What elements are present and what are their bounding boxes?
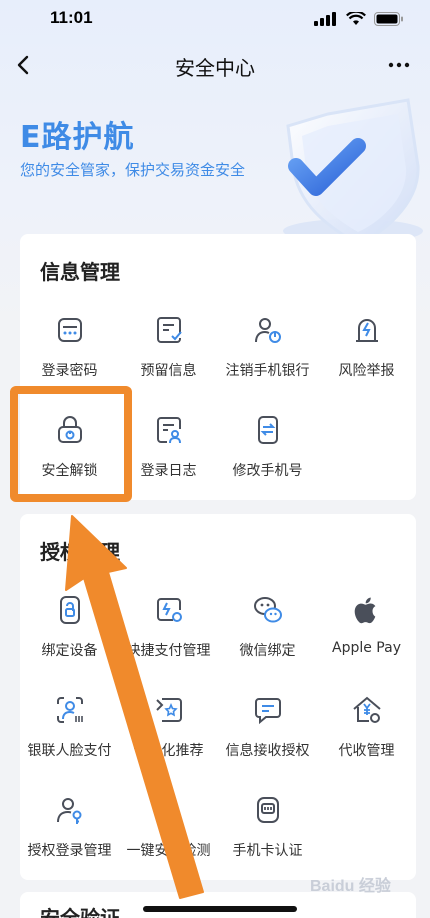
change-phone-icon xyxy=(258,416,278,444)
shield-check-icon xyxy=(283,98,423,246)
auth-login-icon xyxy=(57,798,82,824)
info-item-label: 登录密码 xyxy=(41,363,98,379)
login-log-icon xyxy=(157,417,181,444)
section-title-info: 信息管理 xyxy=(40,260,120,284)
navigation-bar: 安全中心 xyxy=(0,40,430,90)
annotation-highlight-box xyxy=(10,386,132,502)
auth-item-sim-card[interactable]: 手机卡认证 xyxy=(218,788,317,878)
home-indicator[interactable] xyxy=(143,906,297,912)
auth-item-auth-login[interactable]: 授权登录管理 xyxy=(20,788,119,878)
auth-item-label: 信息接收授权 xyxy=(225,743,310,759)
status-icons xyxy=(314,12,404,26)
quick-pay-icon xyxy=(157,598,182,622)
wechat-icon xyxy=(254,597,282,623)
auth-item-bind-device[interactable]: 绑定设备 xyxy=(20,588,119,678)
recommend-icon xyxy=(156,698,182,722)
message-auth-icon xyxy=(255,698,281,725)
auth-item-label: 个性化推荐 xyxy=(133,743,204,759)
baidu-watermark: Baidu 经验 xyxy=(310,878,391,895)
auth-item-label: 银联人脸支付 xyxy=(27,743,112,759)
auth-item-quick-pay[interactable]: 快捷支付管理 xyxy=(119,588,218,678)
more-icon[interactable] xyxy=(386,52,412,78)
section-title-auth: 授权管理 xyxy=(40,540,120,564)
auth-item-label: Apple Pay xyxy=(332,640,401,656)
info-item-password[interactable]: 登录密码 xyxy=(20,308,119,398)
info-item-cancel[interactable]: 注销手机银行 xyxy=(218,308,317,398)
auth-item-label: 快捷支付管理 xyxy=(126,643,211,659)
auth-item-label: 一键安全检测 xyxy=(126,843,211,859)
info-item-login-log[interactable]: 登录日志 xyxy=(119,408,218,498)
cancel-account-icon xyxy=(255,318,281,343)
status-bar: 11:01 xyxy=(0,0,430,40)
hero-subtitle: 您的安全管家，保护交易资金安全 xyxy=(20,161,246,179)
info-item-label: 修改手机号 xyxy=(232,463,303,479)
reserved-info-icon xyxy=(157,317,182,343)
status-time: 11:01 xyxy=(50,8,93,27)
info-item-label: 风险举报 xyxy=(338,363,395,379)
auth-item-collection[interactable]: 代收管理 xyxy=(317,688,416,778)
info-item-change-phone[interactable]: 修改手机号 xyxy=(218,408,317,498)
signal-icon xyxy=(314,12,336,26)
password-icon xyxy=(58,318,82,342)
auth-item-security-check[interactable]: 一键安全检测 xyxy=(119,788,218,878)
collection-icon xyxy=(353,696,381,723)
authorization-management-card: 授权管理 绑定设备 快捷支付管理 微信绑定 Apple Pay 银联人脸支付 个… xyxy=(20,514,416,880)
page-title: 安全中心 xyxy=(175,56,255,80)
info-item-reserved[interactable]: 预留信息 xyxy=(119,308,218,398)
auth-item-wechat[interactable]: 微信绑定 xyxy=(218,588,317,678)
auth-item-label: 绑定设备 xyxy=(41,643,98,659)
battery-icon xyxy=(374,12,403,26)
face-pay-icon xyxy=(57,697,83,723)
bind-device-icon xyxy=(60,596,80,624)
auth-item-label: 手机卡认证 xyxy=(232,843,303,859)
auth-item-label: 代收管理 xyxy=(338,743,395,759)
info-item-risk[interactable]: 风险举报 xyxy=(317,308,416,398)
auth-item-message-auth[interactable]: 信息接收授权 xyxy=(218,688,317,778)
auth-item-face-pay[interactable]: 银联人脸支付 xyxy=(20,688,119,778)
auth-item-apple-pay[interactable]: Apple Pay xyxy=(317,588,416,678)
info-item-label: 注销手机银行 xyxy=(225,363,310,379)
sim-card-icon xyxy=(257,797,279,823)
info-item-label: 预留信息 xyxy=(140,363,197,379)
wifi-icon xyxy=(346,12,366,25)
security-check-icon xyxy=(156,797,182,823)
apple-icon xyxy=(354,597,376,624)
auth-item-recommend[interactable]: 个性化推荐 xyxy=(119,688,218,778)
risk-report-icon xyxy=(356,319,378,342)
auth-item-label: 授权登录管理 xyxy=(27,843,112,859)
section-title-verification: 安全验证 xyxy=(40,906,120,918)
hero-title: E路护航 xyxy=(20,120,135,155)
auth-item-label: 微信绑定 xyxy=(239,643,296,659)
